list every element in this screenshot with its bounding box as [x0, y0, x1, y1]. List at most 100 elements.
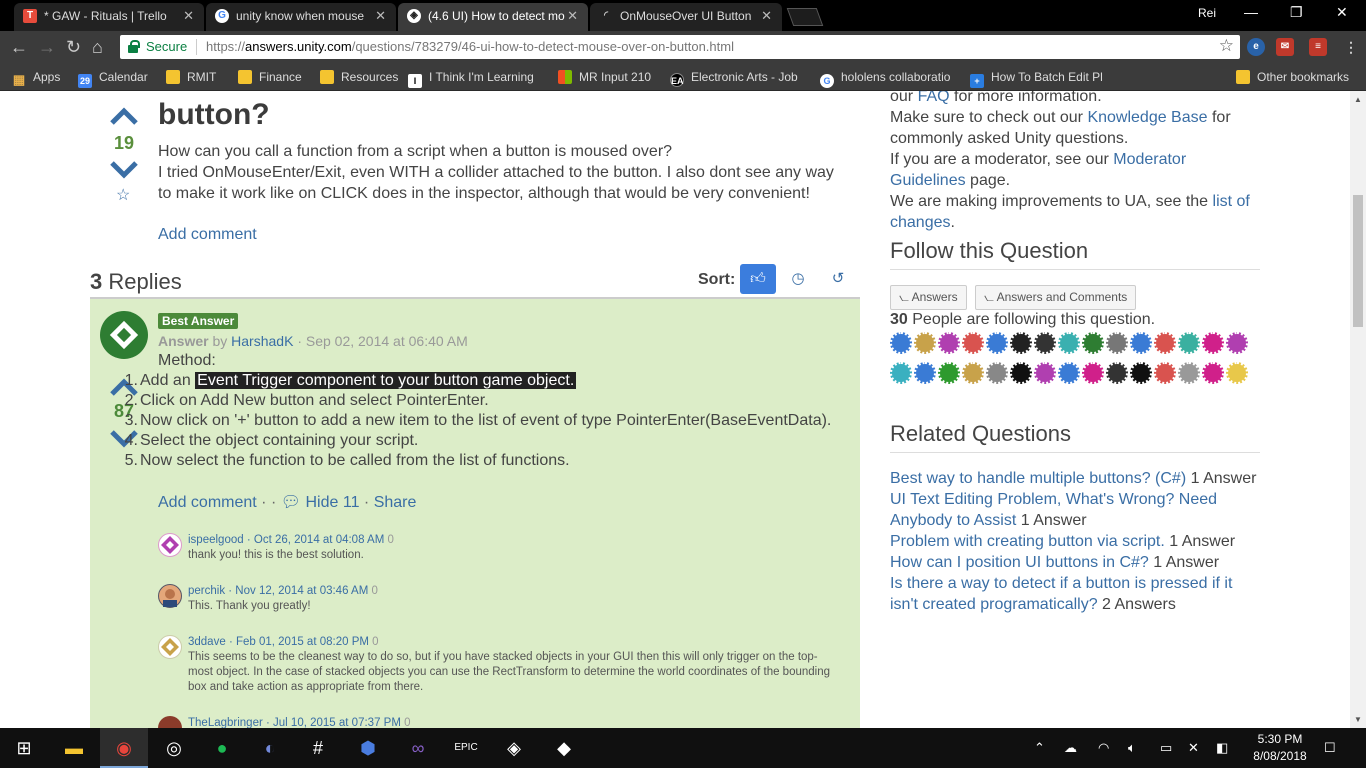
extension-todo-icon[interactable]: ≡: [1309, 38, 1327, 56]
bookmark-hololens[interactable]: Ghololens collaboratio: [820, 70, 950, 88]
tray-chevron-icon[interactable]: ⌃: [1034, 740, 1045, 756]
follower-avatar[interactable]: [1130, 362, 1152, 384]
follower-avatar[interactable]: [1178, 332, 1200, 354]
close-icon[interactable]: ✕: [375, 3, 386, 29]
bookmark-calendar[interactable]: 29 Calendar: [78, 70, 148, 88]
sort-by-activity-button[interactable]: ↺: [820, 264, 856, 294]
follow-answers-comments-button[interactable]: ⦦ Answers and Comments: [975, 285, 1137, 310]
comment-avatar[interactable]: [158, 533, 182, 557]
follower-avatar[interactable]: [1202, 332, 1224, 354]
follower-avatar[interactable]: [1202, 362, 1224, 384]
related-question-link[interactable]: Problem with creating button via script.: [890, 533, 1165, 550]
url-text[interactable]: https://answers.unity.com/questions/7832…: [206, 39, 734, 54]
follower-avatar[interactable]: [890, 332, 912, 354]
answer-add-comment-link[interactable]: Add comment: [158, 494, 257, 511]
forward-icon[interactable]: →: [38, 37, 56, 57]
tab-unity-answers[interactable]: ◈ (4.6 UI) How to detect mo ✕: [398, 3, 588, 31]
bookmark-ea-jobs[interactable]: EA Electronic Arts - Job: [670, 70, 798, 87]
chrome-menu-icon[interactable]: ⋮: [1342, 38, 1360, 56]
sort-by-votes-button[interactable]: 👍︎: [740, 264, 776, 294]
epic-games-icon[interactable]: EPIC: [442, 728, 490, 768]
follower-avatar[interactable]: [1226, 362, 1248, 384]
follow-answers-button[interactable]: ⦦ Answers: [890, 285, 967, 310]
maps-icon[interactable]: ⬢: [344, 728, 392, 768]
address-bar[interactable]: Secure https://answers.unity.com/questio…: [120, 35, 1240, 59]
follower-avatar[interactable]: [938, 332, 960, 354]
follower-avatar[interactable]: [1034, 362, 1056, 384]
answer-author-avatar[interactable]: [100, 311, 148, 359]
related-question-link[interactable]: How can I position UI buttons in C#?: [890, 554, 1149, 571]
downvote-button[interactable]: [109, 161, 139, 179]
follower-avatar[interactable]: [1178, 362, 1200, 384]
window-close-icon[interactable]: ✕: [1336, 4, 1348, 21]
follower-avatar[interactable]: [962, 362, 984, 384]
battery-icon[interactable]: ▭: [1160, 740, 1172, 756]
extension-gmail-icon[interactable]: ✉: [1276, 38, 1294, 56]
display-icon[interactable]: ◧: [1216, 740, 1228, 756]
notification-x-icon[interactable]: ✕: [1188, 740, 1199, 756]
follower-avatar[interactable]: [986, 332, 1008, 354]
onedrive-icon[interactable]: ☁: [1064, 740, 1077, 756]
unity-editor-icon[interactable]: ◆: [540, 728, 588, 768]
bookmark-rmit[interactable]: RMIT: [166, 70, 216, 84]
comment-author-link[interactable]: TheLagbringer: [188, 717, 263, 728]
follower-avatar[interactable]: [1106, 362, 1128, 384]
bookmark-other[interactable]: Other bookmarks: [1236, 70, 1349, 84]
follower-avatar[interactable]: [962, 332, 984, 354]
comment-author-link[interactable]: ispeelgood: [188, 534, 244, 546]
obs-icon[interactable]: ◎: [150, 728, 198, 768]
restore-icon[interactable]: ❐: [1290, 4, 1303, 21]
follower-avatar[interactable]: [1034, 332, 1056, 354]
follower-avatar[interactable]: [1154, 332, 1176, 354]
comment-avatar[interactable]: [158, 635, 182, 659]
related-question-link[interactable]: Best way to handle multiple buttons? (C#…: [890, 470, 1186, 487]
system-clock[interactable]: 5:30 PM 8/08/2018: [1250, 731, 1310, 765]
follower-avatar[interactable]: [914, 332, 936, 354]
spotify-icon[interactable]: ●: [198, 728, 246, 768]
volume-icon[interactable]: 🔈︎: [1128, 740, 1136, 756]
tab-google-search[interactable]: G unity know when mouse ✕: [206, 3, 396, 31]
bookmark-batch-edit[interactable]: + How To Batch Edit Pl: [970, 70, 1103, 88]
page-scrollbar[interactable]: ▲ ▼: [1350, 91, 1366, 728]
bookmark-finance[interactable]: Finance: [238, 70, 302, 84]
windows-start-icon[interactable]: ⊞: [0, 728, 48, 768]
home-icon[interactable]: ⌂: [92, 37, 103, 57]
comment-author-link[interactable]: perchik: [188, 585, 225, 597]
follower-avatar[interactable]: [1082, 332, 1104, 354]
hide-comments-link[interactable]: Hide 11: [306, 494, 360, 511]
extension-edge-icon[interactable]: e: [1247, 38, 1265, 56]
discord-icon[interactable]: ◐: [246, 728, 294, 768]
knowledge-base-link[interactable]: Knowledge Base: [1087, 109, 1207, 126]
new-tab-button[interactable]: [786, 8, 824, 26]
follower-avatar[interactable]: [1082, 362, 1104, 384]
follower-avatar[interactable]: [986, 362, 1008, 384]
upvote-button[interactable]: [109, 107, 139, 125]
visual-studio-icon[interactable]: ∞: [394, 728, 442, 768]
close-icon[interactable]: ✕: [183, 3, 194, 29]
minimize-icon[interactable]: —: [1244, 4, 1258, 20]
faq-link[interactable]: FAQ: [918, 91, 950, 105]
favorite-star-icon[interactable]: ☆: [116, 185, 130, 205]
slack-icon[interactable]: #: [294, 728, 342, 768]
profile-name[interactable]: Rei: [1198, 6, 1216, 20]
sort-by-date-button[interactable]: ◷: [780, 264, 816, 294]
unity-hub-icon[interactable]: ◈: [490, 728, 538, 768]
follower-avatar[interactable]: [914, 362, 936, 384]
bookmark-resources[interactable]: Resources: [320, 70, 398, 84]
tab-onmouseover[interactable]: ◜ OnMouseOver UI Button ✕: [590, 3, 782, 31]
bookmark-star-icon[interactable]: ☆: [1219, 36, 1234, 56]
follower-avatar[interactable]: [938, 362, 960, 384]
follower-avatar[interactable]: [1010, 332, 1032, 354]
close-icon[interactable]: ✕: [761, 3, 772, 29]
close-icon[interactable]: ✕: [567, 3, 578, 29]
wifi-icon[interactable]: ◠: [1098, 740, 1109, 756]
follower-avatar[interactable]: [1130, 332, 1152, 354]
related-question-link[interactable]: Is there a way to detect if a button is …: [890, 575, 1232, 613]
follower-avatar[interactable]: [1106, 332, 1128, 354]
share-link[interactable]: Share: [374, 494, 417, 511]
scrollbar-thumb[interactable]: [1353, 195, 1363, 327]
reload-icon[interactable]: ↻: [66, 37, 81, 57]
bookmark-learning[interactable]: II Think I'm Learning: [408, 70, 534, 88]
back-icon[interactable]: ←: [10, 37, 28, 57]
answer-author-link[interactable]: HarshadK: [231, 333, 293, 349]
